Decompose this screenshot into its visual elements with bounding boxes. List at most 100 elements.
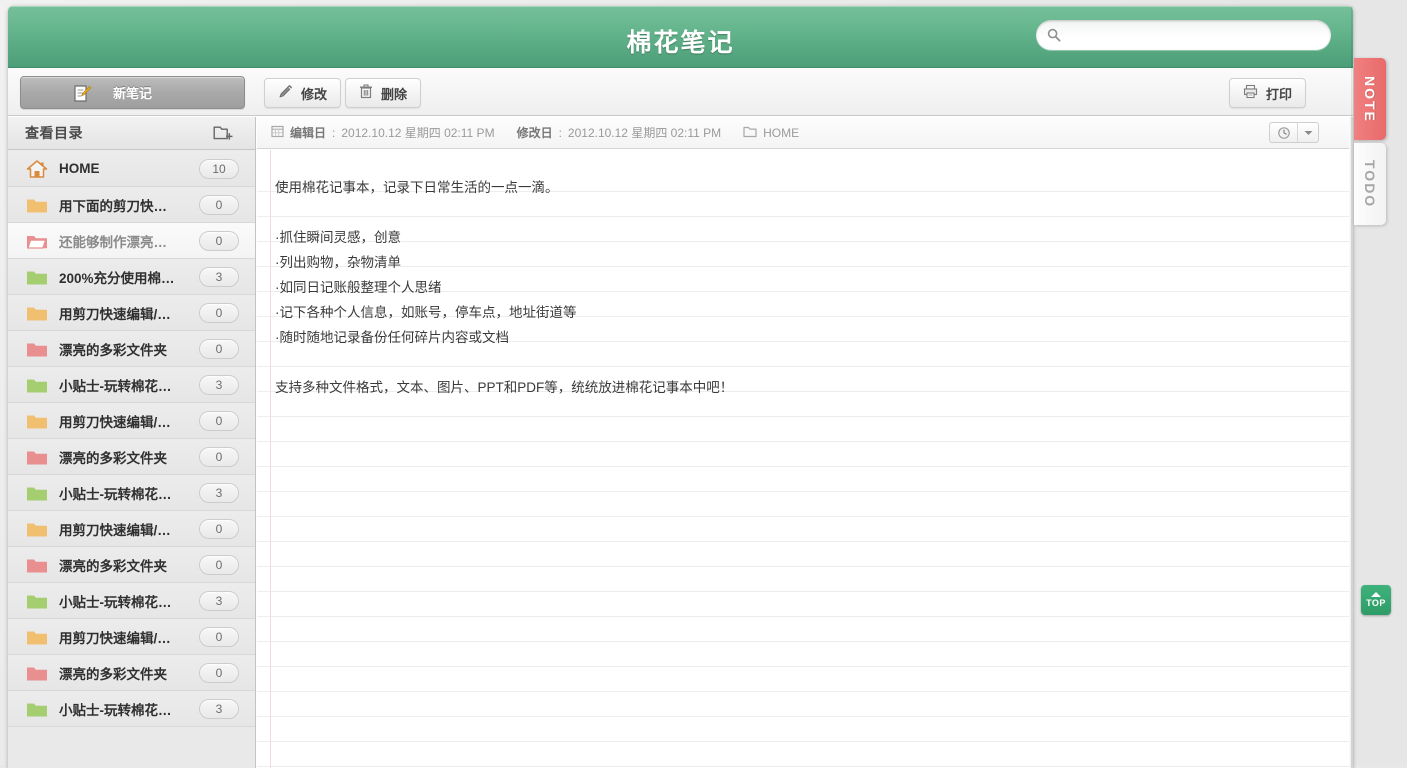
sidebar-item-count: 3 — [199, 591, 239, 611]
home-icon — [26, 159, 48, 178]
print-button[interactable]: 打印 — [1228, 78, 1306, 108]
note-panel: 编辑日 : 2012.10.12 星期四 02:11 PM 修改日 : 2012… — [257, 117, 1353, 768]
scroll-to-top-button[interactable]: TOP — [1361, 585, 1391, 615]
note-line: ·抓住瞬间灵感，创意 — [275, 230, 401, 245]
sidebar-item-2[interactable]: 还能够制作漂亮… 0 — [8, 223, 255, 259]
note-line: ·随时随地记录备份任何碎片内容或文档 — [275, 330, 509, 345]
edit-button[interactable]: 修改 — [264, 78, 342, 108]
sidebar-item-label: 漂亮的多彩文件夹 — [59, 450, 167, 466]
sidebar-item-label: 小贴士-玩转棉花… — [59, 702, 172, 718]
trash-icon — [359, 84, 373, 102]
sidebar-item-count: 3 — [199, 699, 239, 719]
folder-icon — [26, 592, 48, 610]
folder-icon — [26, 520, 48, 538]
sidebar-item-count: 0 — [199, 627, 239, 647]
sidebar-item-count: 0 — [199, 303, 239, 323]
folder-icon — [26, 484, 48, 502]
note-paper[interactable]: 使用棉花记事本，记录下日常生活的一点一滴。 ·抓住瞬间灵感，创意 ·列出购物，杂物清… — [257, 150, 1353, 768]
sidebar-item-label: 漂亮的多彩文件夹 — [59, 342, 167, 358]
folder-outline-icon — [743, 125, 757, 141]
created-date-value: 2012.10.12 星期四 02:11 PM — [341, 126, 495, 140]
folder-list: HOME 10 用下面的剪刀快… 0 还能够制作漂亮… 0 200%充分使用棉… 3 用剪刀快速… — [8, 151, 255, 768]
folder-icon — [26, 268, 48, 286]
note-line — [275, 350, 1313, 375]
sidebar-item-9[interactable]: 小贴士-玩转棉花… 3 — [8, 475, 255, 511]
sidebar-header: 查看目录 — [8, 117, 255, 150]
delete-button[interactable]: 删除 — [345, 78, 422, 108]
edit-label: 修改 — [301, 86, 328, 102]
modified-date-group: 修改日 : 2012.10.12 星期四 02:11 PM — [517, 124, 722, 141]
sidebar-item-count: 0 — [199, 447, 239, 467]
sidebar-item-count: 0 — [199, 195, 239, 215]
folder-icon — [26, 340, 48, 358]
sidebar-item-label: 还能够制作漂亮… — [59, 234, 167, 250]
note-line: 使用棉花记事本，记录下日常生活的一点一滴。 — [275, 180, 559, 195]
new-note-button[interactable]: 新笔记 — [20, 76, 245, 109]
sidebar-item-6[interactable]: 小贴士-玩转棉花… 3 — [8, 367, 255, 403]
search-input[interactable] — [1068, 20, 1319, 50]
calendar-icon — [271, 125, 284, 141]
sidebar-item-1[interactable]: 用下面的剪刀快… 0 — [8, 187, 255, 223]
sidebar-item-14[interactable]: 漂亮的多彩文件夹 0 — [8, 655, 255, 691]
note-folder-group[interactable]: HOME — [743, 125, 799, 141]
folder-icon — [26, 376, 48, 394]
created-date-key: 编辑日 — [290, 126, 327, 140]
history-dropdown[interactable] — [1269, 122, 1319, 143]
note-body[interactable]: 使用棉花记事本，记录下日常生活的一点一滴。 ·抓住瞬间灵感，创意 ·列出购物，杂物清… — [275, 150, 1313, 400]
note-line: ·列出购物，杂物清单 — [275, 255, 401, 270]
toolbar: 新笔记 修改 删除 打印 — [8, 68, 1353, 116]
folder-icon — [26, 700, 48, 718]
note-line: ·记下各种个人信息，如账号，停车点，地址街道等 — [275, 305, 577, 320]
tab-todo[interactable]: TODO — [1354, 143, 1386, 225]
folder-open-icon — [26, 232, 48, 250]
note-line — [275, 150, 1313, 175]
folder-icon — [26, 196, 48, 214]
sidebar-item-8[interactable]: 漂亮的多彩文件夹 0 — [8, 439, 255, 475]
modified-date-sep: : — [558, 125, 562, 140]
sidebar-item-label: 漂亮的多彩文件夹 — [59, 666, 167, 682]
folder-icon — [26, 628, 48, 646]
arrow-up-icon — [1371, 592, 1381, 597]
sidebar-item-count: 0 — [199, 555, 239, 575]
sidebar-item-7[interactable]: 用剪刀快速编辑/… 0 — [8, 403, 255, 439]
scroll-to-top-label: TOP — [1366, 598, 1386, 608]
pencil-icon — [278, 84, 293, 102]
sidebar-item-10[interactable]: 用剪刀快速编辑/… 0 — [8, 511, 255, 547]
sidebar-item-13[interactable]: 用剪刀快速编辑/… 0 — [8, 619, 255, 655]
sidebar-item-count: 3 — [199, 483, 239, 503]
sidebar-item-label: 用剪刀快速编辑/… — [59, 522, 171, 538]
sidebar-item-15[interactable]: 小贴士-玩转棉花… 3 — [8, 691, 255, 727]
sidebar-item-5[interactable]: 漂亮的多彩文件夹 0 — [8, 331, 255, 367]
sidebar-item-count: 0 — [199, 663, 239, 683]
add-folder-icon[interactable] — [213, 124, 233, 143]
note-folder-label: HOME — [763, 125, 800, 140]
sidebar-item-label: 用下面的剪刀快… — [59, 198, 167, 214]
modified-date-value: 2012.10.12 星期四 02:11 PM — [567, 126, 722, 140]
sidebar-item-3[interactable]: 200%充分使用棉… 3 — [8, 259, 255, 295]
delete-label: 删除 — [381, 86, 408, 102]
sidebar-header-label: 查看目录 — [25, 125, 83, 141]
note-pencil-icon — [73, 84, 92, 103]
clock-icon — [1270, 123, 1298, 142]
tab-note-label: NOTE — [1362, 75, 1378, 123]
app-header: 棉花笔记 — [8, 6, 1353, 68]
sidebar-item-count: 10 — [199, 159, 239, 179]
tab-note[interactable]: NOTE — [1354, 58, 1386, 140]
sidebar: 查看目录 HOME 10 用下面的剪刀快… 0 还能够制作漂亮… 0 200%充分使用棉… 3… — [8, 117, 256, 768]
sidebar-item-label: 200%充分使用棉… — [59, 270, 175, 286]
sidebar-item-11[interactable]: 漂亮的多彩文件夹 0 — [8, 547, 255, 583]
sidebar-item-count: 0 — [199, 231, 239, 251]
sidebar-item-count: 3 — [199, 267, 239, 287]
app-window: 棉花笔记 新笔记 修改 删除 打印 查看目录 HOME 10 用下面的剪刀快… … — [8, 6, 1354, 768]
sidebar-item-4[interactable]: 用剪刀快速编辑/… 0 — [8, 295, 255, 331]
sidebar-item-label: 小贴士-玩转棉花… — [59, 594, 172, 610]
folder-icon — [26, 556, 48, 574]
body-split: 查看目录 HOME 10 用下面的剪刀快… 0 还能够制作漂亮… 0 200%充分使用棉… 3… — [8, 117, 1353, 768]
printer-icon — [1243, 84, 1258, 102]
sidebar-item-home[interactable]: HOME 10 — [8, 151, 255, 187]
sidebar-item-12[interactable]: 小贴士-玩转棉花… 3 — [8, 583, 255, 619]
search-icon — [1047, 28, 1061, 42]
search-box[interactable] — [1036, 20, 1331, 50]
sidebar-item-label: 用剪刀快速编辑/… — [59, 306, 171, 322]
sidebar-item-label: 小贴士-玩转棉花… — [59, 486, 172, 502]
